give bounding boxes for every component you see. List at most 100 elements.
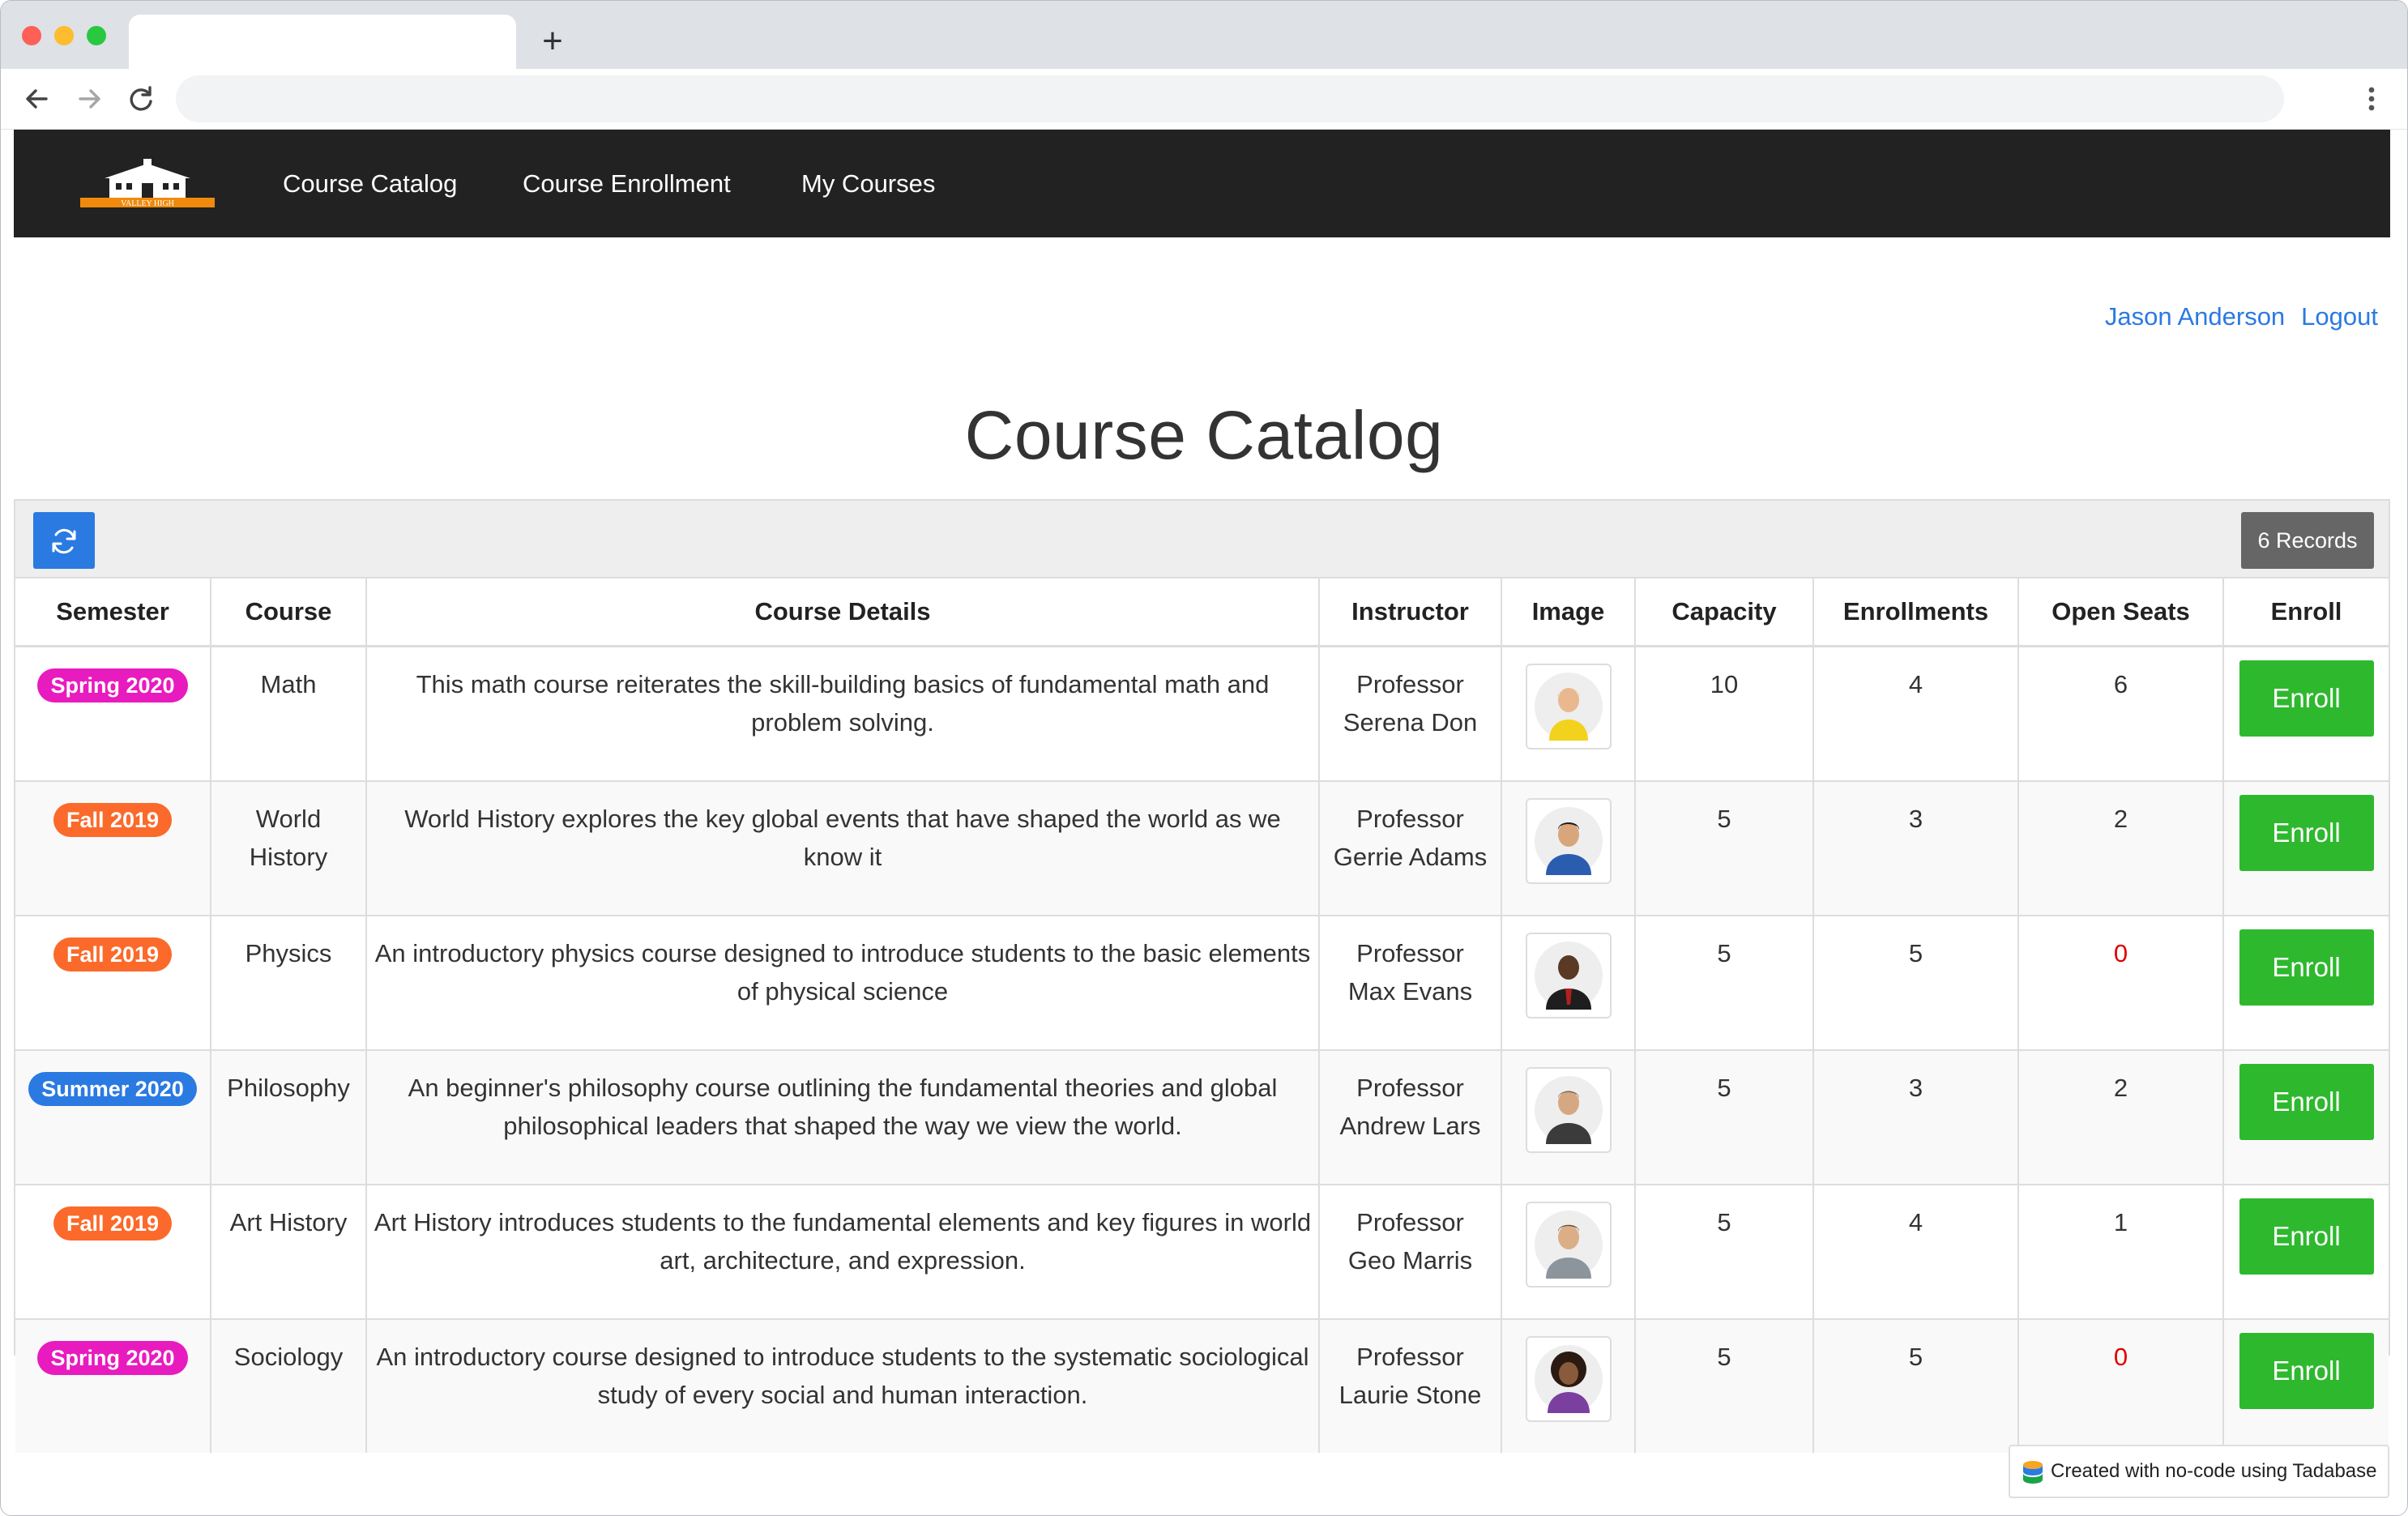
enroll-button[interactable]: Enroll: [2239, 1198, 2374, 1275]
instructor-name: Andrew Lars: [1339, 1112, 1481, 1140]
semester-cell: Fall 2019: [15, 780, 211, 916]
course-table-panel: 6 Records Semester Course Course Details…: [14, 499, 2390, 1453]
enrollments-cell: 5: [1812, 1318, 2019, 1453]
table-row: Fall 2019 World History World History expl…: [15, 780, 2389, 916]
reload-icon[interactable]: [122, 80, 160, 117]
minimize-window-icon[interactable]: [54, 26, 74, 45]
semester-badge: Fall 2019: [53, 937, 173, 972]
enrollments-cell: 3: [1812, 1049, 2019, 1185]
nav-course-enrollment[interactable]: Course Enrollment: [523, 164, 731, 204]
page-title: Course Catalog: [964, 397, 1444, 473]
course-details-cell: World History explores the key global ev…: [365, 780, 1320, 916]
col-header-instructor[interactable]: Instructor: [1318, 577, 1502, 647]
table-header-row: Semester Course Course Details Instructo…: [15, 577, 2389, 647]
logout-link[interactable]: Logout: [2301, 302, 2378, 331]
instructor-avatar[interactable]: [1525, 1336, 1612, 1422]
col-header-course[interactable]: Course: [210, 577, 367, 647]
enrollments-cell: 4: [1812, 645, 2019, 782]
col-header-capacity[interactable]: Capacity: [1634, 577, 1814, 647]
instructor-avatar[interactable]: [1525, 664, 1612, 749]
col-header-semester[interactable]: Semester: [15, 577, 211, 647]
instructor-name: Serena Don: [1343, 708, 1478, 737]
table-row: Summer 2020 Philosophy An beginner's philo…: [15, 1049, 2389, 1185]
app-navbar: VALLEY HIGH Course Catalog Course Enroll…: [14, 130, 2390, 237]
course-cell: Sociology: [210, 1318, 367, 1453]
browser-menu-icon[interactable]: [2355, 80, 2388, 117]
image-cell: [1501, 780, 1636, 916]
enroll-button[interactable]: Enroll: [2239, 1333, 2374, 1409]
svg-text:VALLEY HIGH: VALLEY HIGH: [121, 199, 174, 208]
image-cell: [1501, 915, 1636, 1051]
enroll-cell: Enroll: [2222, 1049, 2389, 1185]
semester-cell: Fall 2019: [15, 1184, 211, 1320]
enroll-button[interactable]: Enroll: [2239, 660, 2374, 737]
instructor-title: Professor: [1356, 805, 1464, 833]
instructor-avatar[interactable]: [1525, 1202, 1612, 1288]
user-name-link[interactable]: Jason Anderson: [2105, 302, 2285, 331]
course-details-cell: An introductory physics course designed …: [365, 915, 1320, 1051]
enroll-button[interactable]: Enroll: [2239, 795, 2374, 871]
enroll-button[interactable]: Enroll: [2239, 929, 2374, 1006]
instructor-title: Professor: [1356, 1208, 1464, 1236]
instructor-name: Laurie Stone: [1338, 1381, 1482, 1409]
credit-text: Created with no-code using Tadabase: [2051, 1460, 2377, 1482]
person-photo-icon: [1534, 673, 1603, 741]
instructor-avatar[interactable]: [1525, 933, 1612, 1018]
enroll-cell: Enroll: [2222, 780, 2389, 916]
semester-cell: Summer 2020: [15, 1049, 211, 1185]
instructor-title: Professor: [1356, 1343, 1464, 1371]
instructor-title: Professor: [1356, 1074, 1464, 1102]
semester-cell: Spring 2020: [15, 645, 211, 782]
col-header-enrollments[interactable]: Enrollments: [1812, 577, 2019, 647]
instructor-name: Geo Marris: [1347, 1246, 1473, 1275]
tadabase-credit[interactable]: Created with no-code using Tadabase: [2009, 1445, 2389, 1498]
enrollments-cell: 5: [1812, 915, 2019, 1051]
instructor-avatar[interactable]: [1525, 798, 1612, 884]
browser-tab[interactable]: [129, 15, 516, 69]
records-count-badge: 6 Records: [2241, 512, 2374, 569]
instructor-avatar[interactable]: [1525, 1067, 1612, 1153]
image-cell: [1501, 1049, 1636, 1185]
instructor-cell: Professor Serena Don: [1318, 645, 1502, 782]
open-seats-cell: 1: [2017, 1184, 2224, 1320]
col-header-image: Image: [1501, 577, 1636, 647]
col-header-course-details[interactable]: Course Details: [365, 577, 1320, 647]
database-icon: [2023, 1461, 2043, 1484]
course-cell: Art History: [210, 1184, 367, 1320]
forward-arrow-icon[interactable]: [70, 80, 108, 117]
instructor-name: Gerrie Adams: [1333, 843, 1488, 871]
capacity-cell: 5: [1634, 1049, 1814, 1185]
course-cell: Physics: [210, 915, 367, 1051]
school-logo[interactable]: VALLEY HIGH: [80, 159, 215, 212]
capacity-cell: 10: [1634, 645, 1814, 782]
person-photo-icon: [1534, 1211, 1603, 1279]
enrollments-cell: 4: [1812, 1184, 2019, 1320]
semester-cell: Spring 2020: [15, 1318, 211, 1453]
semester-cell: Fall 2019: [15, 915, 211, 1051]
course-cell: Philosophy: [210, 1049, 367, 1185]
maximize-window-icon[interactable]: [87, 26, 106, 45]
new-tab-button[interactable]: +: [532, 19, 573, 64]
back-arrow-icon[interactable]: [19, 80, 56, 117]
table-row: Spring 2020 Sociology An introductory cour…: [15, 1318, 2389, 1453]
nav-course-catalog[interactable]: Course Catalog: [283, 164, 457, 204]
address-bar[interactable]: [176, 75, 2284, 122]
refresh-button[interactable]: [33, 512, 95, 569]
enroll-button[interactable]: Enroll: [2239, 1064, 2374, 1140]
semester-badge: Fall 2019: [53, 1206, 173, 1241]
nav-my-courses[interactable]: My Courses: [801, 164, 935, 204]
col-header-open-seats[interactable]: Open Seats: [2017, 577, 2224, 647]
instructor-cell: Professor Gerrie Adams: [1318, 780, 1502, 916]
open-seats-cell: 0: [2017, 1318, 2224, 1453]
browser-toolbar: [1, 69, 2407, 130]
instructor-title: Professor: [1356, 670, 1464, 698]
capacity-cell: 5: [1634, 780, 1814, 916]
instructor-cell: Professor Andrew Lars: [1318, 1049, 1502, 1185]
person-photo-icon: [1534, 1076, 1603, 1144]
course-table: Semester Course Course Details Instructo…: [15, 577, 2389, 1453]
close-window-icon[interactable]: [22, 26, 41, 45]
col-header-enroll: Enroll: [2222, 577, 2389, 647]
course-details-cell: An introductory course designed to intro…: [365, 1318, 1320, 1453]
enroll-cell: Enroll: [2222, 1184, 2389, 1320]
image-cell: [1501, 1184, 1636, 1320]
